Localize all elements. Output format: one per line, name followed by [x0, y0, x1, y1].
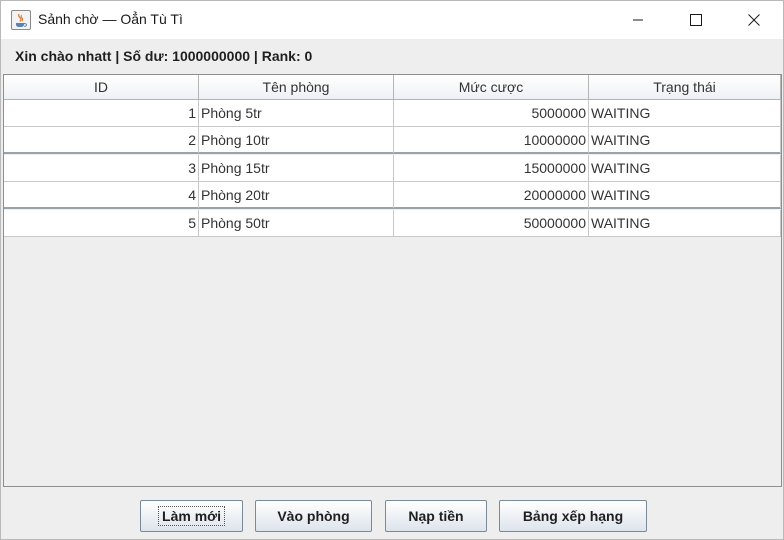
room-table[interactable]: ID Tên phòng Mức cược Trạng thái 1 Phòng…	[3, 74, 782, 487]
title-bar[interactable]: Sảnh chờ — Oẳn Tù Tì	[1, 1, 783, 39]
join-room-button[interactable]: Vào phòng	[255, 500, 372, 532]
cell-status: WAITING	[589, 155, 781, 181]
cell-id: 2	[4, 127, 199, 153]
maximize-icon	[690, 14, 702, 26]
column-header-id[interactable]: ID	[4, 75, 199, 99]
cell-bet: 50000000	[394, 210, 589, 236]
leaderboard-button[interactable]: Bảng xếp hạng	[499, 500, 647, 532]
cell-room-name: Phòng 10tr	[199, 127, 394, 153]
refresh-button-label: Làm mới	[158, 506, 225, 526]
table-header: ID Tên phòng Mức cược Trạng thái	[4, 75, 781, 100]
table-row[interactable]: 1 Phòng 5tr 5000000 WAITING	[4, 100, 781, 127]
window-title: Sảnh chờ — Oẳn Tù Tì	[38, 11, 183, 27]
refresh-button[interactable]: Làm mới	[140, 500, 243, 532]
table-row[interactable]: 3 Phòng 15tr 15000000 WAITING	[4, 155, 781, 182]
cell-bet: 10000000	[394, 127, 589, 153]
column-header-room-name[interactable]: Tên phòng	[199, 75, 394, 99]
table-row[interactable]: 5 Phòng 50tr 50000000 WAITING	[4, 210, 781, 237]
minimize-icon	[633, 19, 643, 21]
cell-status: WAITING	[589, 127, 781, 153]
cell-room-name: Phòng 5tr	[199, 100, 394, 126]
cell-bet: 20000000	[394, 182, 589, 208]
cell-bet: 15000000	[394, 155, 589, 181]
column-header-status[interactable]: Trạng thái	[589, 75, 781, 99]
top-up-button[interactable]: Nạp tiền	[385, 500, 487, 532]
user-info-label: Xin chào nhatt | Số dư: 1000000000 | Ran…	[15, 48, 313, 64]
cell-room-name: Phòng 50tr	[199, 210, 394, 236]
cell-bet: 5000000	[394, 100, 589, 126]
column-header-bet[interactable]: Mức cược	[394, 75, 589, 99]
cell-id: 4	[4, 182, 199, 208]
cell-status: WAITING	[589, 210, 781, 236]
close-icon	[748, 14, 760, 26]
cell-id: 1	[4, 100, 199, 126]
table-row[interactable]: 2 Phòng 10tr 10000000 WAITING	[4, 127, 781, 154]
minimize-button[interactable]	[609, 1, 667, 39]
maximize-button[interactable]	[667, 1, 725, 39]
table-row[interactable]: 4 Phòng 20tr 20000000 WAITING	[4, 182, 781, 209]
close-button[interactable]	[725, 1, 783, 39]
cell-room-name: Phòng 20tr	[199, 182, 394, 208]
cell-room-name: Phòng 15tr	[199, 155, 394, 181]
cell-id: 3	[4, 155, 199, 181]
cell-status: WAITING	[589, 182, 781, 208]
cell-status: WAITING	[589, 100, 781, 126]
java-app-icon	[11, 10, 31, 30]
lobby-window: Sảnh chờ — Oẳn Tù Tì Xin chào nhatt | Số…	[0, 0, 784, 540]
cell-id: 5	[4, 210, 199, 236]
